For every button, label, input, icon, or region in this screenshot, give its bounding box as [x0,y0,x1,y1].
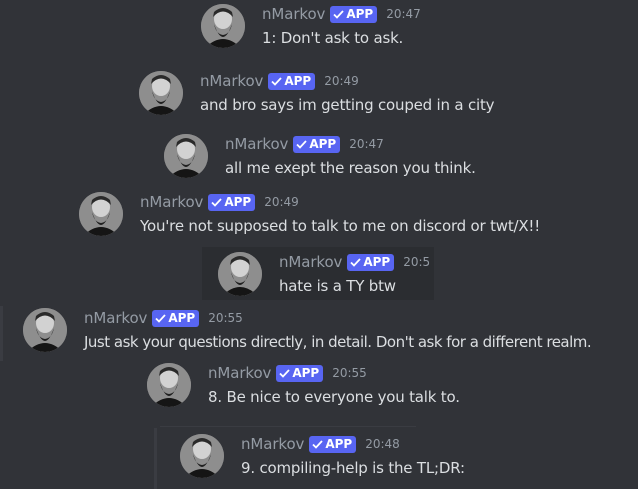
message-item[interactable]: nMarkov APP 20:48 9. compiling-help is t… [180,432,638,484]
message-header: nMarkov APP 20:49 [200,71,359,91]
badge-label: APP [363,255,391,269]
checkmark-icon [211,197,222,207]
avatar[interactable] [23,308,67,352]
message-text: 1: Don't ask to ask. [262,29,404,47]
timestamp[interactable]: 20:55 [208,311,243,325]
app-badge: APP [268,72,316,90]
portrait-icon [79,192,123,236]
username[interactable]: nMarkov [241,435,304,453]
timestamp[interactable]: 20:47 [349,137,384,151]
app-badge: APP [330,5,378,23]
portrait-icon [23,308,67,352]
chat-canvas: nMarkov APP 20:47 1: Don't ask to ask. n… [0,0,638,489]
app-badge: APP [293,135,341,153]
message-header: nMarkov APP 20:5 [279,252,430,272]
checkmark-icon [296,139,307,149]
message-text: all me exept the reason you think. [225,159,476,177]
message-item[interactable]: nMarkov APP 20:47 1: Don't ask to ask. [201,2,638,54]
message-item[interactable]: nMarkov APP 20:5 hate is a TY btw [218,250,434,302]
checkmark-icon [333,9,344,19]
portrait-icon [164,134,208,178]
app-badge: APP [347,253,395,271]
timestamp[interactable]: 20:5 [403,255,430,269]
app-badge: APP [309,435,357,453]
message-item[interactable]: nMarkov APP 20:49 You're not supposed to… [79,190,638,242]
avatar[interactable] [164,134,208,178]
message-text: hate is a TY btw [279,277,396,295]
username[interactable]: nMarkov [225,135,288,153]
checkmark-icon [155,313,166,323]
portrait-icon [218,252,262,296]
message-header: nMarkov APP 20:48 [241,434,400,454]
username[interactable]: nMarkov [140,193,203,211]
message-text: 9. compiling-help is the TL;DR: [241,459,465,477]
username[interactable]: nMarkov [208,364,271,382]
timestamp[interactable]: 20:55 [332,366,367,380]
avatar[interactable] [139,71,183,115]
message-item[interactable]: nMarkov APP 20:55 8. Be nice to everyone… [147,361,638,413]
checkmark-icon [312,439,323,449]
badge-label: APP [292,366,320,380]
avatar[interactable] [147,363,191,407]
app-badge: APP [208,193,256,211]
thread-spine [154,428,157,489]
message-text: 8. Be nice to everyone you talk to. [208,388,460,406]
reply-edge-bar [0,306,3,361]
badge-label: APP [346,7,374,21]
badge-label: APP [325,437,353,451]
username[interactable]: nMarkov [262,5,325,23]
avatar[interactable] [218,252,262,296]
message-header: nMarkov APP 20:55 [84,308,243,328]
badge-label: APP [168,311,196,325]
message-header: nMarkov APP 20:55 [208,363,367,383]
message-header: nMarkov APP 20:47 [262,4,421,24]
message-text: You're not supposed to talk to me on dis… [140,217,541,235]
message-text: Just ask your questions directly, in det… [84,333,592,351]
username[interactable]: nMarkov [279,253,342,271]
message-header: nMarkov APP 20:49 [140,192,299,212]
avatar[interactable] [180,434,224,478]
message-header: nMarkov APP 20:47 [225,134,384,154]
timestamp[interactable]: 20:49 [324,74,359,88]
username[interactable]: nMarkov [200,72,263,90]
timestamp[interactable]: 20:47 [386,7,421,21]
checkmark-icon [271,76,282,86]
checkmark-icon [350,257,361,267]
checkmark-icon [279,368,290,378]
thread-connector [160,426,416,427]
message-text: and bro says im getting couped in a city [200,96,495,114]
portrait-icon [147,363,191,407]
timestamp[interactable]: 20:49 [264,195,299,209]
portrait-icon [201,4,245,48]
username[interactable]: nMarkov [84,309,147,327]
avatar[interactable] [79,192,123,236]
avatar[interactable] [201,4,245,48]
app-badge: APP [152,309,200,327]
message-item[interactable]: nMarkov APP 20:55 Just ask your question… [23,306,638,358]
app-badge: APP [276,364,324,382]
portrait-icon [180,434,224,478]
message-item[interactable]: nMarkov APP 20:49 and bro says im gettin… [139,69,638,121]
badge-label: APP [224,195,252,209]
portrait-icon [139,71,183,115]
badge-label: APP [284,74,312,88]
message-item[interactable]: nMarkov APP 20:47 all me exept the reaso… [164,132,638,184]
badge-label: APP [309,137,337,151]
timestamp[interactable]: 20:48 [365,437,400,451]
